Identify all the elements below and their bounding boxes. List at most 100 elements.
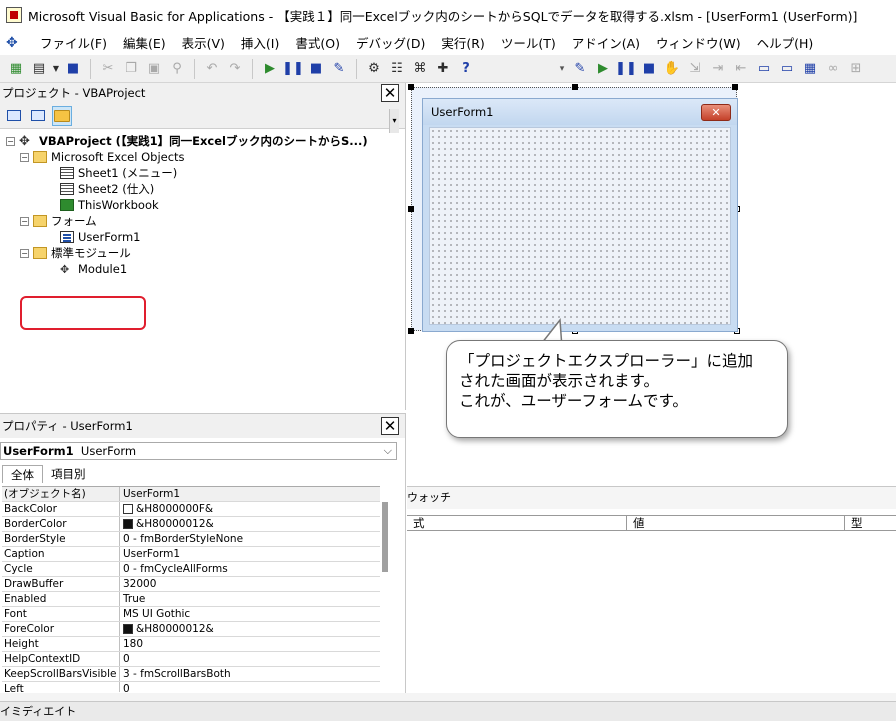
insert-form-icon[interactable]: ▤ — [29, 59, 49, 79]
undo-icon[interactable]: ↶ — [202, 59, 222, 79]
menu-format[interactable]: 書式(O) — [287, 33, 348, 52]
collapse-icon[interactable]: − — [20, 152, 29, 162]
call-stack-icon[interactable]: ⊞ — [846, 59, 866, 79]
property-row[interactable]: Height 180 — [2, 637, 380, 652]
toggle-folders-icon[interactable] — [52, 105, 72, 126]
step-into-icon[interactable]: ⇲ — [685, 59, 705, 79]
property-value-cell[interactable]: &H80000012& — [120, 517, 380, 531]
tree-item-forms[interactable]: − フォーム — [6, 213, 402, 229]
menu-addins[interactable]: アドイン(A) — [564, 33, 648, 52]
property-row[interactable]: Left 0 — [2, 682, 380, 692]
property-value-cell[interactable]: UserForm1 — [120, 487, 380, 501]
property-value-cell[interactable]: 180 — [120, 637, 380, 651]
form-selection-frame[interactable]: UserForm1 ✕ — [408, 84, 740, 334]
toolbox-icon[interactable]: ✚ — [433, 59, 453, 79]
property-row[interactable]: (オブジェクト名) UserForm1 — [2, 487, 380, 502]
collapse-icon[interactable]: − — [20, 216, 29, 226]
menu-window[interactable]: ウィンドウ(W) — [648, 33, 749, 52]
view-code-icon[interactable] — [4, 106, 24, 126]
scroll-arrow-icon[interactable]: ▾ — [389, 109, 399, 133]
locals-window-icon[interactable]: ▭ — [754, 59, 774, 79]
menu-tools[interactable]: ツール(T) — [493, 33, 564, 52]
property-row[interactable]: BorderStyle 0 - fmBorderStyleNone — [2, 532, 380, 547]
close-icon[interactable]: ✕ — [381, 417, 399, 435]
property-value-cell[interactable]: 0 - fmBorderStyleNone — [120, 532, 380, 546]
watch-col-expression[interactable]: 式 — [407, 516, 627, 530]
chevron-down-icon[interactable]: ⌵ — [384, 444, 396, 458]
tab-alphabetic[interactable]: 全体 — [2, 465, 43, 483]
property-row[interactable]: BackColor &H8000000F& — [2, 502, 380, 517]
property-value-cell[interactable]: 0 - fmCycleAllForms — [120, 562, 380, 576]
tree-item-sheet1[interactable]: Sheet1 (メニュー) — [6, 165, 402, 181]
property-row[interactable]: HelpContextID 0 — [2, 652, 380, 667]
property-value-cell[interactable]: &H8000000F& — [120, 502, 380, 516]
tab-categorized[interactable]: 項目別 — [43, 465, 94, 483]
watch-window-icon[interactable]: ▦ — [800, 59, 820, 79]
property-value-cell[interactable]: 0 — [120, 652, 380, 666]
design-mode-icon[interactable]: ✎ — [570, 59, 590, 79]
reset-icon[interactable]: ■ — [306, 59, 326, 79]
dropdown-arrow-icon[interactable]: ▼ — [52, 59, 60, 79]
collapse-icon[interactable]: − — [20, 248, 29, 258]
quick-watch-icon[interactable]: ∞ — [823, 59, 843, 79]
property-value-cell[interactable]: True — [120, 592, 380, 606]
close-icon[interactable]: ✕ — [701, 103, 731, 121]
run-icon[interactable]: ▶ — [260, 59, 280, 79]
watch-col-value[interactable]: 値 — [627, 516, 845, 530]
excel-icon[interactable]: ▦ — [6, 59, 26, 79]
break-icon[interactable]: ❚❚ — [282, 59, 304, 79]
tree-item-excel-objects[interactable]: − Microsoft Excel Objects — [6, 149, 402, 165]
tree-item-vbaproject[interactable]: − ✥ VBAProject (【実践1】同一Excelブック内のシートからS.… — [6, 133, 402, 149]
menu-insert[interactable]: 挿入(I) — [233, 33, 287, 52]
property-row[interactable]: KeepScrollBarsVisible 3 - fmScrollBarsBot… — [2, 667, 380, 682]
property-row[interactable]: BorderColor &H80000012& — [2, 517, 380, 532]
property-row[interactable]: ForeColor &H80000012& — [2, 622, 380, 637]
splitter[interactable] — [0, 693, 896, 701]
menu-help[interactable]: ヘルプ(H) — [749, 33, 822, 52]
userform-window[interactable]: UserForm1 ✕ — [422, 98, 738, 332]
property-value-cell[interactable]: 32000 — [120, 577, 380, 591]
property-value-cell[interactable]: UserForm1 — [120, 547, 380, 561]
find-icon[interactable]: ⚲ — [167, 59, 187, 79]
immediate-window-icon[interactable]: ▭ — [777, 59, 797, 79]
property-row[interactable]: Caption UserForm1 — [2, 547, 380, 562]
cut-icon[interactable]: ✂ — [98, 59, 118, 79]
object-browser-icon[interactable]: ⌘ — [410, 59, 430, 79]
copy-icon[interactable]: ❐ — [121, 59, 141, 79]
object-select[interactable]: UserForm1 UserForm ⌵ — [0, 442, 397, 460]
design-mode-icon[interactable]: ✎ — [329, 59, 349, 79]
help-icon[interactable]: ? — [456, 59, 476, 79]
userform-grid[interactable] — [429, 127, 731, 325]
break-icon[interactable]: ❚❚ — [615, 59, 637, 79]
reset-icon[interactable]: ■ — [639, 59, 659, 79]
property-value-cell[interactable]: &H80000012& — [120, 622, 380, 636]
tree-item-userform1[interactable]: UserForm1 — [6, 229, 402, 245]
close-icon[interactable]: ✕ — [381, 84, 399, 102]
property-row[interactable]: Cycle 0 - fmCycleAllForms — [2, 562, 380, 577]
tree-item-sheet2[interactable]: Sheet2 (仕入) — [6, 181, 402, 197]
run-icon[interactable]: ▶ — [593, 59, 613, 79]
menu-debug[interactable]: デバッグ(D) — [348, 33, 433, 52]
tree-item-thisworkbook[interactable]: ThisWorkbook — [6, 197, 402, 213]
property-value-cell[interactable]: 3 - fmScrollBarsBoth — [120, 667, 380, 681]
menu-file[interactable]: ファイル(F) — [32, 33, 115, 52]
toggle-breakpoint-icon[interactable]: ✋ — [662, 59, 682, 79]
collapse-icon[interactable]: − — [6, 136, 15, 146]
menu-run[interactable]: 実行(R) — [433, 33, 492, 52]
paste-icon[interactable]: ▣ — [144, 59, 164, 79]
property-value-cell[interactable]: 0 — [120, 682, 380, 692]
view-object-icon[interactable] — [28, 106, 48, 126]
property-row[interactable]: DrawBuffer 32000 — [2, 577, 380, 592]
menu-view[interactable]: 表示(V) — [174, 33, 233, 52]
toolbar-grip-icon[interactable]: ▾ — [557, 58, 567, 80]
redo-icon[interactable]: ↷ — [225, 59, 245, 79]
property-value-cell[interactable]: MS UI Gothic — [120, 607, 380, 621]
property-row[interactable]: Font MS UI Gothic — [2, 607, 380, 622]
properties-icon[interactable]: ☷ — [387, 59, 407, 79]
tree-item-module1[interactable]: ✥ Module1 — [6, 261, 402, 277]
menu-edit[interactable]: 編集(E) — [115, 33, 174, 52]
scrollbar-thumb[interactable] — [382, 502, 388, 572]
step-over-icon[interactable]: ⇥ — [708, 59, 728, 79]
save-icon[interactable]: ■ — [63, 59, 83, 79]
step-out-icon[interactable]: ⇤ — [731, 59, 751, 79]
